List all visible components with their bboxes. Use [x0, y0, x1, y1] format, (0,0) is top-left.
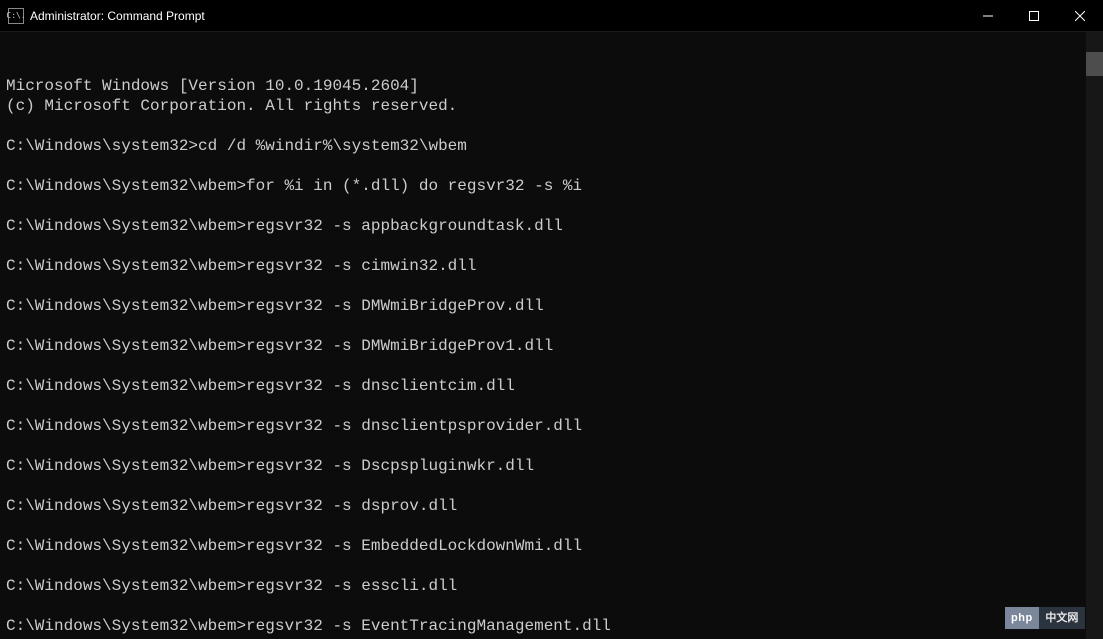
terminal-line: (c) Microsoft Corporation. All rights re… [6, 96, 1097, 116]
terminal-line [6, 556, 1097, 576]
terminal-line [6, 596, 1097, 616]
terminal-line [6, 276, 1097, 296]
scrollbar-track[interactable] [1086, 32, 1103, 639]
titlebar: C:\. Administrator: Command Prompt [0, 0, 1103, 32]
window-controls [965, 0, 1103, 31]
terminal-line [6, 236, 1097, 256]
terminal-line: C:\Windows\System32\wbem>regsvr32 -s dsp… [6, 496, 1097, 516]
terminal-line: C:\Windows\system32>cd /d %windir%\syste… [6, 136, 1097, 156]
terminal-line: C:\Windows\System32\wbem>regsvr32 -s dns… [6, 416, 1097, 436]
window-title: Administrator: Command Prompt [30, 9, 205, 23]
minimize-icon [983, 11, 993, 21]
terminal-line [6, 116, 1097, 136]
cmd-icon: C:\. [8, 8, 24, 24]
terminal-line: C:\Windows\System32\wbem>regsvr32 -s app… [6, 216, 1097, 236]
watermark-left: php [1005, 607, 1039, 629]
terminal-line: C:\Windows\System32\wbem>regsvr32 -s DMW… [6, 336, 1097, 356]
scrollbar-thumb[interactable] [1086, 52, 1103, 76]
close-button[interactable] [1057, 0, 1103, 31]
terminal-output: Microsoft Windows [Version 10.0.19045.26… [6, 76, 1097, 639]
terminal-line [6, 476, 1097, 496]
terminal-line: C:\Windows\System32\wbem>for %i in (*.dl… [6, 176, 1097, 196]
terminal-line [6, 396, 1097, 416]
maximize-icon [1029, 11, 1039, 21]
terminal-body[interactable]: Microsoft Windows [Version 10.0.19045.26… [0, 32, 1103, 639]
terminal-line: C:\Windows\System32\wbem>regsvr32 -s dns… [6, 376, 1097, 396]
minimize-button[interactable] [965, 0, 1011, 31]
titlebar-left: C:\. Administrator: Command Prompt [0, 8, 205, 24]
terminal-line [6, 436, 1097, 456]
terminal-line [6, 316, 1097, 336]
terminal-line: C:\Windows\System32\wbem>regsvr32 -s DMW… [6, 296, 1097, 316]
terminal-line: C:\Windows\System32\wbem>regsvr32 -s Emb… [6, 536, 1097, 556]
watermark: php 中文网 [1005, 607, 1085, 629]
terminal-line [6, 196, 1097, 216]
terminal-line: C:\Windows\System32\wbem>regsvr32 -s cim… [6, 256, 1097, 276]
watermark-right: 中文网 [1039, 607, 1085, 629]
terminal-line [6, 156, 1097, 176]
close-icon [1075, 11, 1085, 21]
terminal-line: C:\Windows\System32\wbem>regsvr32 -s Eve… [6, 616, 1097, 636]
maximize-button[interactable] [1011, 0, 1057, 31]
terminal-line: C:\Windows\System32\wbem>regsvr32 -s ess… [6, 576, 1097, 596]
terminal-line [6, 356, 1097, 376]
terminal-line [6, 516, 1097, 536]
terminal-line: Microsoft Windows [Version 10.0.19045.26… [6, 76, 1097, 96]
terminal-line: C:\Windows\System32\wbem>regsvr32 -s Dsc… [6, 456, 1097, 476]
